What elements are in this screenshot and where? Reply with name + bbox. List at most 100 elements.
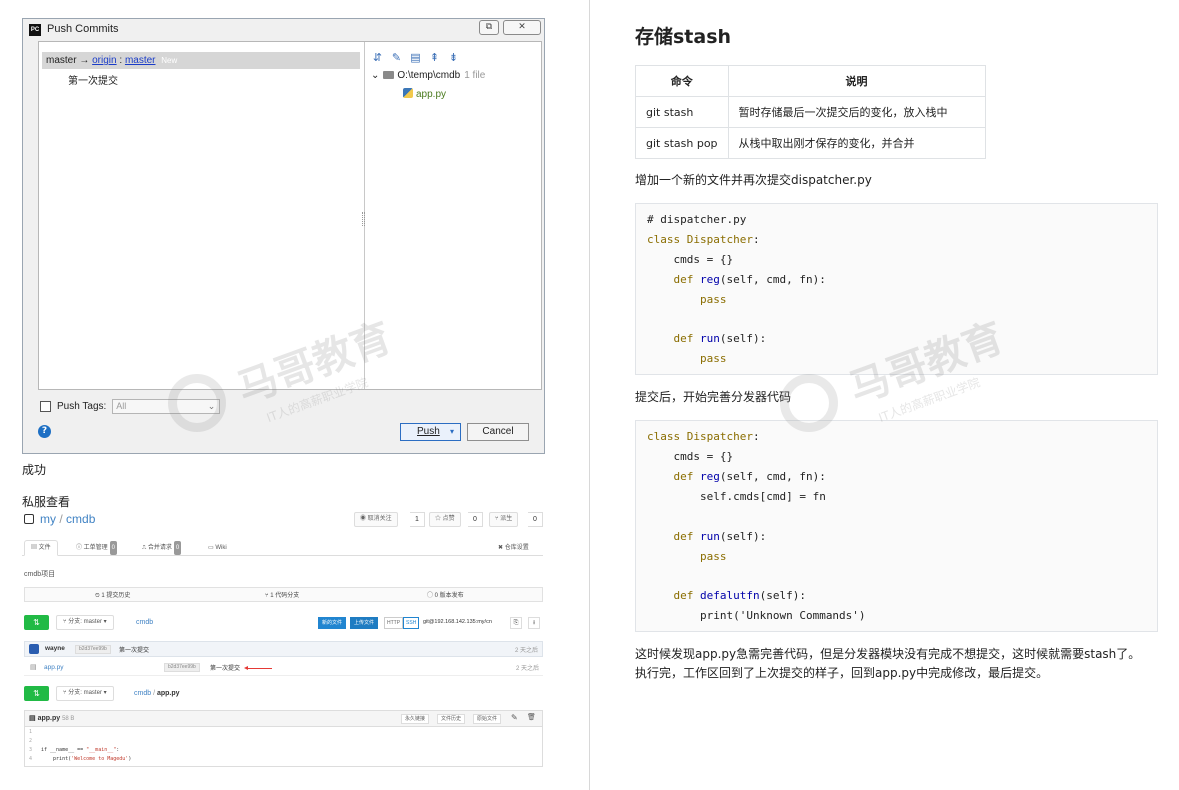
commit-sha[interactable]: b2d37ee99b: [75, 645, 111, 654]
tab-pull-label: ⎍ 合并请求: [142, 545, 172, 551]
edit-icon[interactable]: ✎: [511, 713, 518, 722]
commit-author[interactable]: wayne: [45, 645, 65, 652]
commit-item[interactable]: 第一次提交: [68, 72, 118, 87]
table-row: git stash pop 从栈中取出刚才保存的变化，并合并: [635, 127, 986, 159]
restore-button[interactable]: ⧉: [479, 20, 499, 35]
file-commit-sha[interactable]: b2d37ee99b: [164, 663, 200, 672]
raw-file-button[interactable]: 原始文件: [473, 714, 502, 724]
crumb-file: app.py: [156, 690, 180, 697]
help-icon[interactable]: ?: [38, 425, 51, 438]
star-button[interactable]: ☆ 点赞: [429, 512, 461, 527]
dialog-body: master → origin : master New 第一次提交 ⇵ ✎ ▤…: [38, 41, 542, 390]
tab-files[interactable]: ▤ 文件: [24, 540, 58, 556]
code-block: # dispatcher.py class Dispatcher: cmds =…: [635, 203, 1158, 375]
http-clone-tab[interactable]: HTTP: [384, 617, 404, 629]
clone-url-input[interactable]: git@192.168.142.135:my/cn: [423, 619, 492, 625]
compare-button[interactable]: ⇅: [24, 615, 49, 630]
repo-settings-link[interactable]: ✖ 仓库设置: [492, 541, 535, 555]
crumb-repo-link[interactable]: cmdb: [134, 690, 151, 697]
code-line: def run(self):: [673, 332, 767, 345]
fork-button[interactable]: ⑂ 派生: [489, 512, 519, 527]
tab-pull-requests[interactable]: ⎍ 合并请求 0: [136, 541, 187, 555]
close-button[interactable]: ✕: [503, 20, 541, 35]
stash-command-table: 命令 说明 git stash 暂时存储最后一次提交后的变化，放入栈中 git …: [635, 65, 986, 159]
splitter-handle[interactable]: [362, 212, 365, 226]
edit-icon[interactable]: ✎: [390, 50, 403, 66]
table-row[interactable]: ▤ app.py b2d37ee99b 第一次提交 2 天之后: [24, 660, 543, 676]
commit-history-link[interactable]: ⏲ 1 提交历史: [95, 590, 130, 600]
file-link[interactable]: app.py: [44, 664, 64, 671]
table-cell: 暂时存储最后一次提交后的变化，放入栈中: [727, 96, 986, 128]
file-code-view: 1 2 3 4 if __name__ == "__main__": print…: [24, 727, 543, 767]
file-commit-time: 2 天之后: [515, 666, 539, 672]
repo-tree-node[interactable]: ⌄ O:\temp\cmdb 1 file: [371, 70, 485, 81]
page-divider: [589, 0, 590, 790]
repo-owner-link[interactable]: my: [40, 512, 56, 526]
lock-icon: [24, 514, 34, 524]
changed-files-pane: ⇵ ✎ ▤ ⇞ ⇟ ⌄ O:\temp\cmdb 1 file app.py: [367, 42, 541, 389]
tags-select[interactable]: All ⌄: [112, 399, 221, 414]
repo-crumb-link[interactable]: cmdb: [136, 619, 153, 626]
pycharm-logo-icon: PC: [29, 24, 41, 36]
compare-button-2[interactable]: ⇅: [24, 686, 49, 701]
code-line: pass: [699, 352, 727, 365]
file-node[interactable]: app.py: [403, 88, 446, 100]
crumb-separator: /: [153, 690, 156, 697]
download-icon[interactable]: ⭳: [528, 617, 540, 629]
group-icon[interactable]: ▤: [409, 50, 422, 66]
ssh-clone-tab[interactable]: SSH: [403, 617, 420, 629]
paragraph: 增加一个新的文件并再次提交dispatcher.py: [635, 173, 872, 187]
expand-icon[interactable]: ⇵: [371, 50, 384, 66]
tab-issues[interactable]: ⓘ 工单管理 0: [70, 541, 123, 555]
collapse-all-icon[interactable]: ⇟: [447, 50, 460, 66]
file-view-icon: ▤: [29, 715, 36, 722]
star-count: 0: [468, 512, 483, 527]
paragraph: 这时候发现app.py急需完善代码，但是分发器模块没有完成不想提交，这时候就需要…: [635, 647, 1141, 661]
branch-row[interactable]: master → origin : master New: [42, 52, 360, 69]
new-file-button[interactable]: 新的文件: [318, 617, 347, 629]
branch-dropdown-2[interactable]: ⑂ 分支: master ▾: [56, 686, 114, 701]
copy-icon[interactable]: ⎘: [510, 617, 522, 629]
dropdown-arrow-icon[interactable]: ▾: [450, 424, 454, 440]
commits-pane: master → origin : master New 第一次提交: [39, 42, 365, 389]
repo-tabs: ▤ 文件 ⓘ 工单管理 0 ⎍ 合并请求 0 ▭ Wiki ✖ 仓库设置: [22, 538, 543, 556]
push-commits-dialog: PC Push Commits ⧉ ✕ master → origin : ma…: [22, 18, 545, 454]
tab-wiki[interactable]: ▭ Wiki: [202, 541, 233, 555]
target-branch-link[interactable]: master: [125, 55, 156, 66]
file-size: 58 B: [62, 716, 75, 722]
expand-all-icon[interactable]: ⇞: [428, 50, 441, 66]
file-count: 1 file: [464, 70, 486, 81]
delete-icon[interactable]: 🗑: [527, 713, 536, 721]
folder-icon: [383, 71, 395, 79]
line-number: 4: [29, 756, 33, 762]
file-commit-message: 第一次提交: [210, 666, 241, 672]
unwatch-button[interactable]: ◉ 取消关注: [354, 512, 398, 527]
file-icon: ▤: [30, 664, 37, 671]
push-tags-checkbox[interactable]: [40, 401, 51, 412]
code-line: def defalutfn(self):: [673, 589, 806, 602]
repo-name-link[interactable]: cmdb: [66, 512, 95, 526]
commit-message: 第一次提交: [119, 648, 150, 654]
upload-file-button[interactable]: 上传文件: [350, 617, 379, 629]
code-line: print('Welcome to Magedu'): [41, 756, 132, 762]
remote-link[interactable]: origin: [92, 55, 116, 66]
branch-dropdown[interactable]: ⑂ 分支: master ▾: [56, 615, 114, 630]
file-view-title: ▤ app.py 58 B: [29, 714, 74, 722]
tab-issues-label: ⓘ 工单管理: [76, 545, 108, 551]
file-name: app.py: [416, 89, 447, 100]
push-button[interactable]: Push ▾: [400, 423, 461, 441]
avatar: [29, 644, 39, 654]
code-line: cmds = {}: [647, 450, 734, 463]
branches-link[interactable]: ⑂ 1 代码分支: [265, 590, 299, 599]
cancel-button[interactable]: Cancel: [467, 423, 529, 441]
pulls-count: 0: [173, 541, 182, 555]
releases-link[interactable]: ⃝ 0 版本发布: [433, 590, 464, 599]
permalink-button[interactable]: 永久链接: [401, 714, 430, 724]
paragraph: 提交后，开始完善分发器代码: [635, 390, 792, 404]
file-view-name: app.py: [37, 715, 61, 722]
python-file-icon: [403, 88, 413, 98]
code-line: self.cmds[cmd] = fn: [699, 490, 826, 503]
arrow-icon: →: [79, 55, 90, 66]
chevron-down-icon[interactable]: ⌄: [371, 70, 379, 81]
file-history-button[interactable]: 文件历史: [437, 714, 466, 724]
